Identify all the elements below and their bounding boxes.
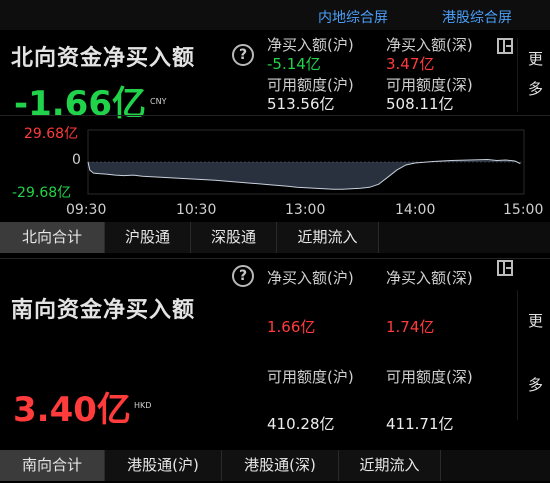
north-sz-quota-label: 可用额度(深) <box>386 76 473 94</box>
x-label-1400: 14:00 <box>395 202 436 218</box>
south-layout-icon[interactable] <box>497 260 513 276</box>
mainland-screen-link[interactable]: 内地综合屏 <box>318 7 388 27</box>
south-sh-net-label: 净买入额(沪) <box>267 269 354 287</box>
north-sh-quota-label: 可用额度(沪) <box>267 76 354 94</box>
north-tab-bar: 北向合计 沪股通 深股通 近期流入 <box>0 222 550 253</box>
south-unit: HKD <box>134 401 152 410</box>
tab-sh-connect[interactable]: 沪股通 <box>105 222 191 253</box>
south-sz-net-label: 净买入额(深) <box>386 269 473 287</box>
x-label-1500: 15:00 <box>503 202 544 218</box>
south-help-icon[interactable]: ? <box>232 265 254 287</box>
tab-south-recent[interactable]: 近期流入 <box>339 450 441 481</box>
north-sh-net-label: 净买入额(沪) <box>267 36 354 54</box>
south-sz-quota-label: 可用额度(深) <box>386 368 473 386</box>
top-bar: 内地综合屏 港股综合屏 <box>0 0 550 30</box>
north-help-icon[interactable]: ? <box>232 44 254 66</box>
north-more-char-2: 多 <box>528 80 544 98</box>
tab-hk-connect-sh[interactable]: 港股通(沪) <box>105 450 222 481</box>
south-sz-quota-value: 411.71亿 <box>386 415 454 433</box>
north-sz-net-label: 净买入额(深) <box>386 36 473 54</box>
south-sz-net-value: 1.74亿 <box>386 318 435 336</box>
divider <box>0 258 550 259</box>
y-label-bottom: -29.68亿 <box>12 185 72 201</box>
south-more-char-1: 更 <box>528 312 544 330</box>
y-label-top: 29.68亿 <box>24 126 79 142</box>
south-sh-quota-value: 410.28亿 <box>267 415 335 433</box>
tab-sz-connect[interactable]: 深股通 <box>191 222 277 253</box>
north-flow-chart: 29.68亿 0 -29.68亿 09:30 10:30 13:00 14:00… <box>0 118 550 222</box>
south-more-char-2: 多 <box>528 376 544 394</box>
y-label-zero: 0 <box>72 152 81 168</box>
north-title: 北向资金净买入额 <box>11 46 196 71</box>
north-unit: CNY <box>150 97 167 106</box>
south-title: 南向资金净买入额 <box>11 298 196 323</box>
tab-hk-connect-sz[interactable]: 港股通(深) <box>222 450 339 481</box>
north-sz-quota-value: 508.11亿 <box>386 95 454 113</box>
north-more-char-1: 更 <box>528 50 544 68</box>
hk-screen-link[interactable]: 港股综合屏 <box>442 7 512 27</box>
north-more-button[interactable]: 更 多 <box>517 38 550 112</box>
north-sh-net-value: -5.14亿 <box>267 55 321 73</box>
south-sh-quota-label: 可用额度(沪) <box>267 368 354 386</box>
south-sh-net-value: 1.66亿 <box>267 318 316 336</box>
tab-north-total[interactable]: 北向合计 <box>0 222 105 253</box>
south-more-button[interactable]: 更 多 <box>517 290 550 420</box>
north-layout-icon[interactable] <box>497 38 513 54</box>
series-area <box>88 159 521 190</box>
x-label-1030: 10:30 <box>176 202 217 218</box>
south-total-value: 3.40亿 <box>13 390 131 430</box>
north-sz-net-value: 3.47亿 <box>386 55 435 73</box>
x-label-0930: 09:30 <box>66 202 107 218</box>
x-label-1300: 13:00 <box>285 202 326 218</box>
south-tab-bar: 南向合计 港股通(沪) 港股通(深) 近期流入 <box>0 450 550 481</box>
tab-south-total[interactable]: 南向合计 <box>0 450 105 481</box>
north-sh-quota-value: 513.56亿 <box>267 95 335 113</box>
divider <box>0 115 550 116</box>
tab-north-recent[interactable]: 近期流入 <box>277 222 379 253</box>
